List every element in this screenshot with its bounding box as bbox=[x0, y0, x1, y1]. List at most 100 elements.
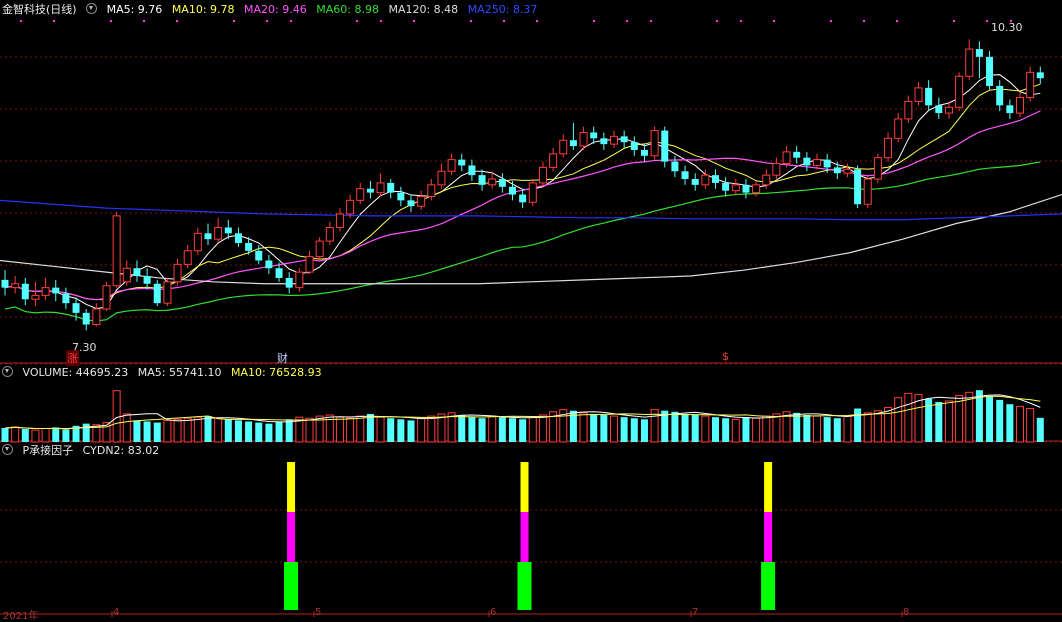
candle-body bbox=[914, 87, 923, 102]
volume-bar bbox=[600, 415, 608, 442]
candle-body bbox=[31, 294, 40, 300]
indicator-bar-magenta bbox=[520, 512, 529, 562]
volume-bar bbox=[671, 411, 679, 442]
candle-body bbox=[1, 279, 9, 288]
stock-title[interactable]: 金智科技(日线) bbox=[2, 3, 77, 16]
signal-dot bbox=[650, 20, 652, 22]
volume-bar bbox=[640, 419, 648, 442]
candle-body bbox=[417, 195, 426, 207]
candle-body bbox=[478, 175, 486, 185]
candle-body bbox=[630, 142, 638, 150]
volume-bar bbox=[772, 413, 781, 443]
ma250-line bbox=[0, 199, 1062, 221]
dropdown-icon[interactable] bbox=[2, 444, 13, 455]
volume-bar bbox=[356, 415, 365, 443]
signal-dot bbox=[53, 20, 55, 22]
volume-bar bbox=[894, 397, 903, 443]
volume-bar bbox=[366, 413, 374, 442]
signal-dot bbox=[110, 20, 112, 22]
high-price-label: 10.30 bbox=[991, 21, 1023, 34]
volume-bar bbox=[478, 418, 486, 442]
candle-body bbox=[519, 194, 527, 203]
volume-bar bbox=[488, 415, 497, 443]
dropdown-icon[interactable] bbox=[2, 366, 13, 377]
candle-body bbox=[640, 149, 648, 156]
ma250-label: MA250: 8.37 bbox=[467, 3, 538, 16]
candle-body bbox=[975, 49, 983, 57]
candle-body bbox=[833, 167, 841, 174]
candle-body bbox=[488, 178, 497, 186]
candle-body bbox=[173, 263, 182, 283]
volume-bar bbox=[996, 399, 1004, 442]
volume-bar bbox=[397, 419, 405, 442]
candle-body bbox=[346, 199, 355, 215]
candle-body bbox=[884, 137, 893, 159]
volume-bar bbox=[204, 416, 212, 442]
chart-canvas[interactable] bbox=[0, 0, 1062, 620]
volume-bar bbox=[854, 408, 862, 442]
volume-bar bbox=[183, 417, 192, 443]
volume-bar bbox=[112, 390, 121, 443]
candle-body bbox=[620, 136, 628, 143]
volume-bar bbox=[712, 417, 719, 442]
finance-tag[interactable]: 财 bbox=[277, 350, 288, 366]
volume-bar bbox=[863, 412, 872, 443]
candle-body bbox=[11, 283, 20, 289]
candle-body bbox=[255, 250, 263, 261]
candle-body bbox=[356, 188, 365, 201]
candle-body bbox=[275, 268, 283, 278]
signal-dot bbox=[626, 20, 628, 22]
volume-bar bbox=[376, 416, 385, 443]
candle-body bbox=[650, 130, 659, 157]
candle-body bbox=[163, 281, 172, 304]
volume-bar bbox=[519, 419, 527, 442]
candle-body bbox=[701, 174, 710, 186]
volume-label: VOLUME: 44695.23 bbox=[22, 366, 129, 379]
candle-body bbox=[285, 277, 293, 288]
candlesticks bbox=[1, 39, 1044, 331]
candle-body bbox=[265, 260, 273, 269]
volume-bar bbox=[509, 418, 516, 442]
volume-bar bbox=[590, 413, 598, 442]
candle-body bbox=[925, 87, 933, 106]
candle-body bbox=[894, 118, 903, 139]
candle-body bbox=[498, 179, 506, 187]
rise-tag[interactable]: 涨 bbox=[66, 350, 79, 366]
dollar-tag[interactable]: $ bbox=[722, 350, 729, 363]
candle-body bbox=[569, 140, 577, 147]
candle-body bbox=[712, 175, 719, 183]
volume-bar bbox=[843, 415, 852, 443]
volume-bar bbox=[122, 413, 131, 443]
candle-body bbox=[509, 186, 516, 195]
volume-bar bbox=[193, 416, 202, 443]
candle-body bbox=[437, 170, 446, 186]
volume-panel-header: VOLUME: 44695.23 MA5: 55741.10 MA10: 765… bbox=[2, 366, 328, 380]
indicator-bar-yellow bbox=[520, 462, 529, 512]
volume-bar bbox=[722, 418, 730, 442]
signal-dot bbox=[773, 20, 775, 22]
candle-body bbox=[944, 106, 953, 114]
candle-body bbox=[782, 151, 791, 165]
candle-body bbox=[823, 159, 831, 168]
volume-bar bbox=[1026, 408, 1035, 443]
candle-body bbox=[863, 178, 872, 205]
volume-bar bbox=[823, 417, 831, 442]
candle-body bbox=[387, 182, 395, 193]
candle-body bbox=[153, 283, 161, 304]
candle-body bbox=[742, 184, 750, 193]
candle-body bbox=[935, 105, 943, 114]
indicator-bars bbox=[284, 462, 776, 610]
volume-bar bbox=[538, 414, 547, 443]
indicator-value: CYDN2: 83.02 bbox=[82, 444, 160, 457]
candle-body bbox=[772, 163, 781, 176]
volume-bar bbox=[1006, 404, 1014, 442]
volume-bar bbox=[21, 429, 29, 442]
candle-body bbox=[366, 188, 374, 193]
indicator-bar-yellow bbox=[764, 462, 773, 512]
volume-bar bbox=[255, 422, 263, 442]
volume-bar bbox=[153, 422, 161, 442]
signal-dot bbox=[740, 20, 742, 22]
volume-bar bbox=[833, 418, 841, 442]
volume-bar bbox=[285, 419, 293, 442]
dropdown-icon[interactable] bbox=[86, 3, 98, 14]
